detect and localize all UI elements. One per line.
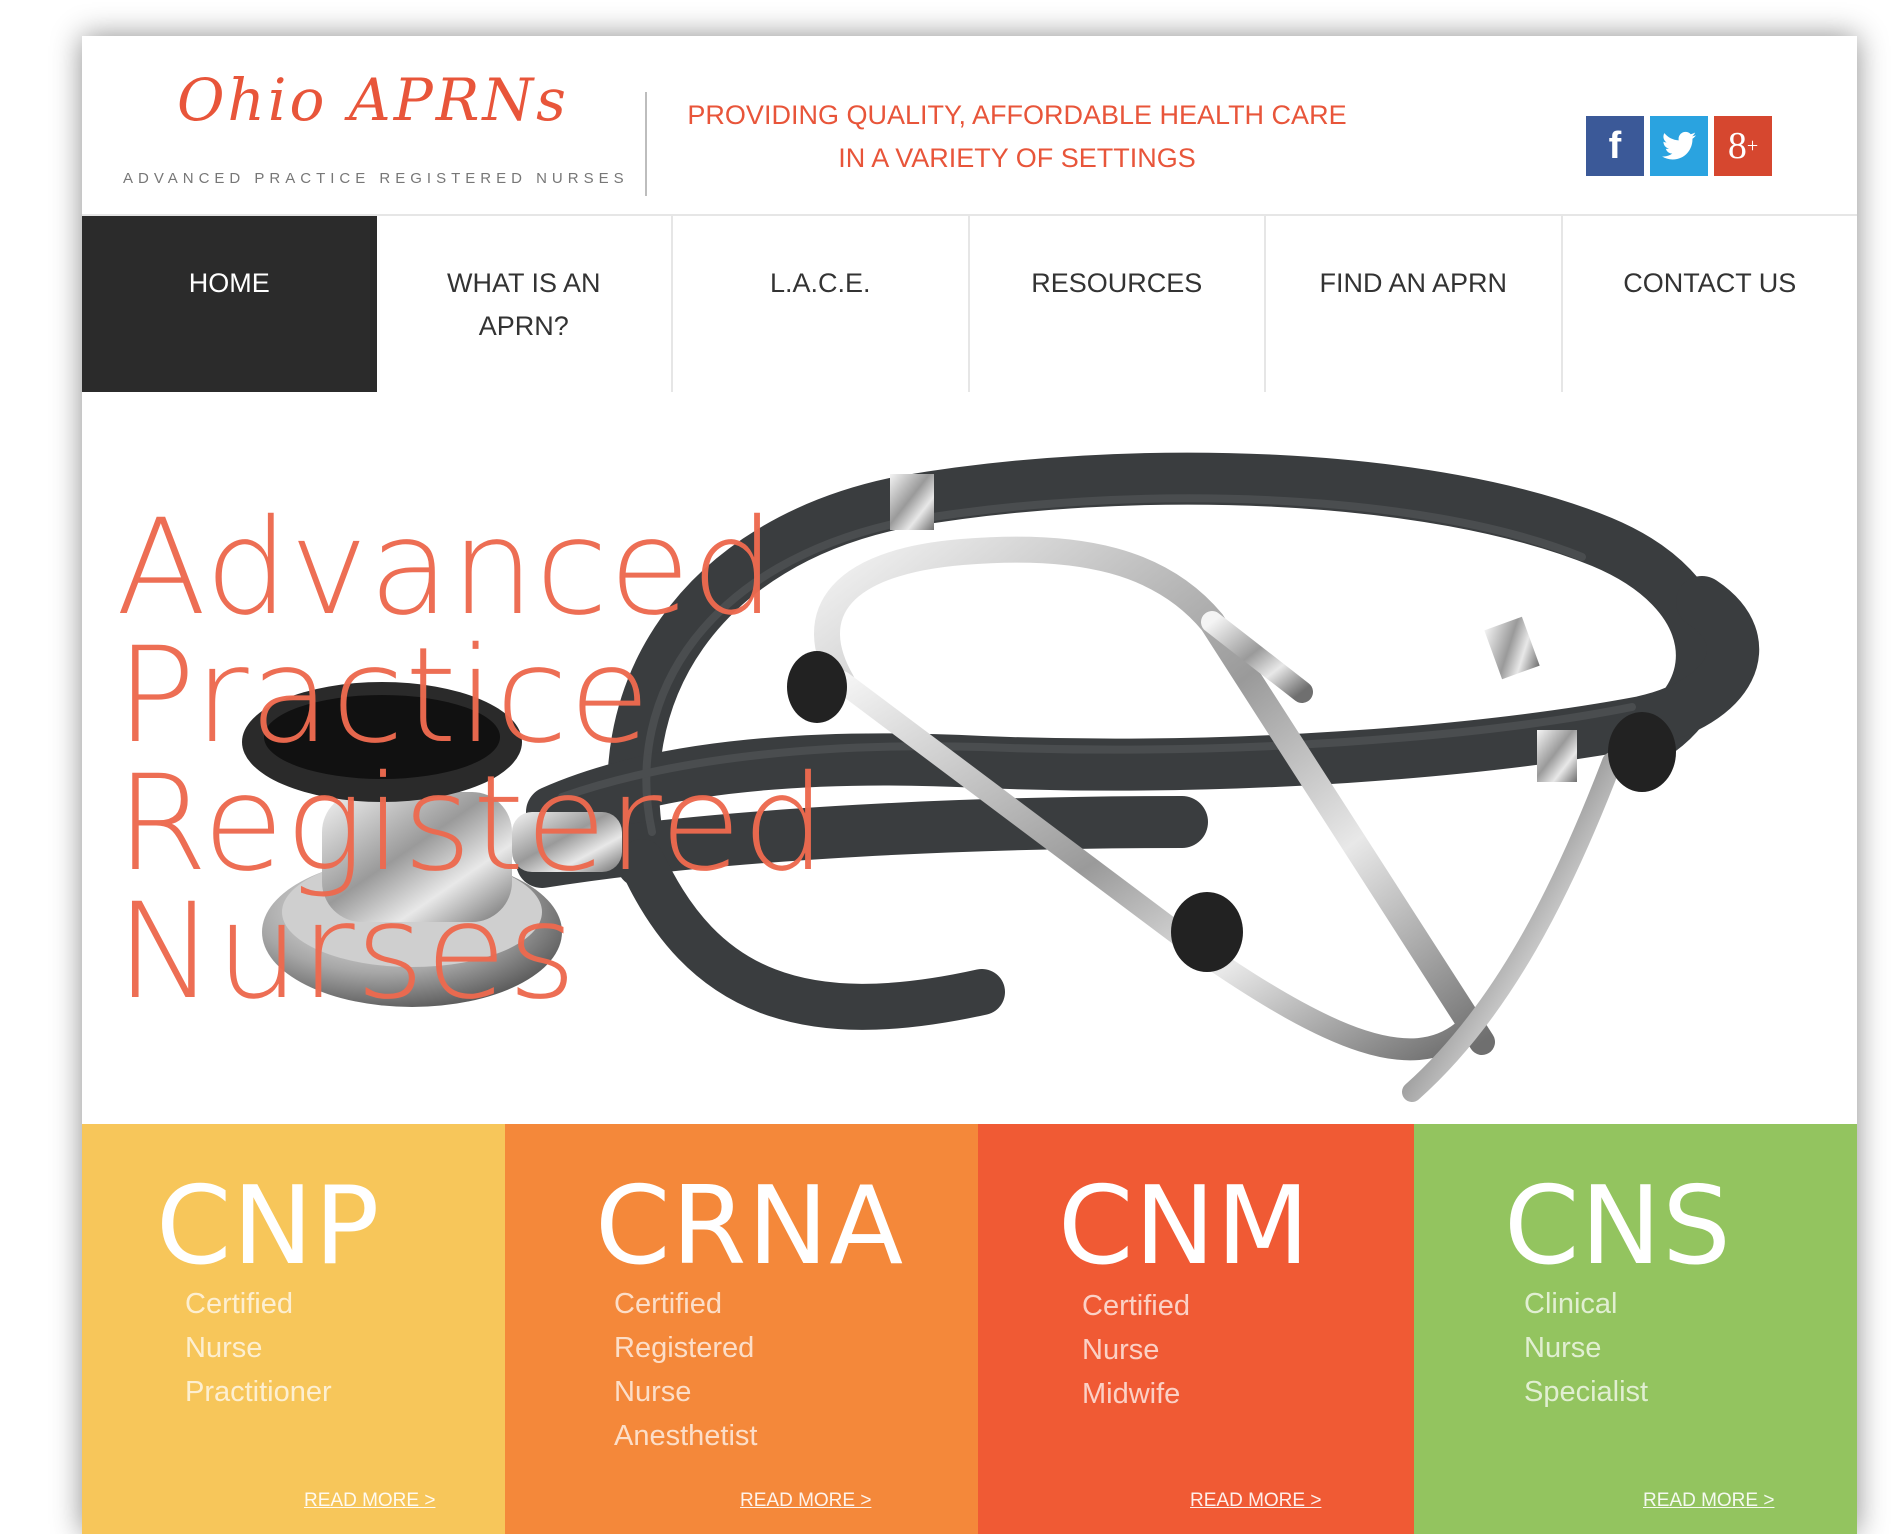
role-full-line: Nurse xyxy=(185,1332,263,1364)
page: Ohio APRNs ADVANCED PRACTICE REGISTERED … xyxy=(82,36,1857,1534)
role-full-name: Certified Registered Nurse Anesthetist xyxy=(614,1282,834,1458)
nav-what-is-label: WHAT IS AN APRN? xyxy=(446,268,601,341)
role-box-crna[interactable]: CRNA Certified Registered Nurse Anesthet… xyxy=(505,1124,978,1534)
role-full-line: Certified xyxy=(185,1288,293,1320)
role-full-line: Clinical xyxy=(1524,1288,1618,1320)
twitter-icon[interactable] xyxy=(1650,116,1708,176)
role-full-line: Certified xyxy=(614,1288,722,1320)
role-full-line: Certified xyxy=(1082,1290,1190,1322)
role-abbr: CNM xyxy=(1058,1164,1311,1289)
role-abbr: CRNA xyxy=(595,1164,905,1289)
nav-resources-label: RESOURCES xyxy=(1031,268,1203,298)
role-full-name: Certified Nurse Practitioner xyxy=(185,1282,405,1414)
role-full-line: Nurse xyxy=(614,1376,692,1408)
hero-banner: Advanced Practice Registered Nurses xyxy=(82,392,1857,1162)
role-boxes: CNP Certified Nurse Practitioner READ MO… xyxy=(82,1124,1857,1534)
logo-subtitle: ADVANCED PRACTICE REGISTERED NURSES xyxy=(123,170,629,187)
nav-home[interactable]: HOME xyxy=(82,216,377,392)
social-links: f 8 + xyxy=(1586,116,1772,176)
read-more-link[interactable]: READ MORE > xyxy=(1190,1490,1321,1512)
role-full-name: Clinical Nurse Specialist xyxy=(1524,1282,1744,1414)
read-more-link[interactable]: READ MORE > xyxy=(740,1490,871,1512)
main-nav: HOME WHAT IS AN APRN? L.A.C.E. RESOURCES… xyxy=(82,214,1857,394)
role-full-name: Certified Nurse Midwife xyxy=(1082,1284,1302,1416)
role-box-cns[interactable]: CNS Clinical Nurse Specialist READ MORE … xyxy=(1414,1124,1857,1534)
role-full-line: Specialist xyxy=(1524,1376,1649,1408)
nav-what-is-an-aprn[interactable]: WHAT IS AN APRN? xyxy=(377,216,673,392)
nav-home-label: HOME xyxy=(188,268,270,298)
nav-find-an-aprn[interactable]: FIND AN APRN xyxy=(1266,216,1563,392)
role-abbr: CNS xyxy=(1504,1164,1732,1289)
hero-title-line4: Nurses xyxy=(116,875,578,1029)
role-abbr: CNP xyxy=(156,1164,381,1289)
role-full-line: Anesthetist xyxy=(614,1420,758,1452)
read-more-link[interactable]: READ MORE > xyxy=(304,1490,435,1512)
nav-lace-label: L.A.C.E. xyxy=(769,268,871,298)
role-full-line: Practitioner xyxy=(185,1376,332,1408)
facebook-icon[interactable]: f xyxy=(1586,116,1644,176)
hero-title-line1: Advanced xyxy=(116,491,777,645)
role-full-line: Midwife xyxy=(1082,1378,1181,1410)
logo[interactable]: Ohio APRNs xyxy=(177,66,569,134)
read-more-link[interactable]: READ MORE > xyxy=(1643,1490,1774,1512)
nav-resources[interactable]: RESOURCES xyxy=(970,216,1266,392)
tagline-line2: IN A VARIETY OF SETTINGS xyxy=(838,143,1196,173)
nav-contact-label: CONTACT US xyxy=(1623,268,1797,298)
role-box-cnp[interactable]: CNP Certified Nurse Practitioner READ MO… xyxy=(82,1124,505,1534)
role-full-line: Nurse xyxy=(1524,1332,1602,1364)
tagline-line1: PROVIDING QUALITY, AFFORDABLE HEALTH CAR… xyxy=(687,100,1347,130)
nav-lace[interactable]: L.A.C.E. xyxy=(673,216,970,392)
google-plus-glyph: 8 xyxy=(1727,125,1747,167)
site-header: Ohio APRNs ADVANCED PRACTICE REGISTERED … xyxy=(82,36,1857,214)
google-plus-icon[interactable]: 8 + xyxy=(1714,116,1772,176)
hero-title-line3: Registered xyxy=(116,747,827,901)
google-plus-sup: + xyxy=(1746,134,1759,157)
role-full-line: Registered xyxy=(614,1332,755,1364)
role-box-cnm[interactable]: CNM Certified Nurse Midwife READ MORE > xyxy=(978,1124,1414,1534)
nav-contact-us[interactable]: CONTACT US xyxy=(1563,216,1858,392)
hero-title-line2: Practice xyxy=(116,619,652,773)
header-divider xyxy=(645,92,647,196)
role-full-line: Nurse xyxy=(1082,1334,1160,1366)
hero-title: Advanced Practice Registered Nurses xyxy=(116,491,827,1029)
tagline: PROVIDING QUALITY, AFFORDABLE HEALTH CAR… xyxy=(672,94,1362,180)
nav-find-label: FIND AN APRN xyxy=(1319,268,1508,298)
